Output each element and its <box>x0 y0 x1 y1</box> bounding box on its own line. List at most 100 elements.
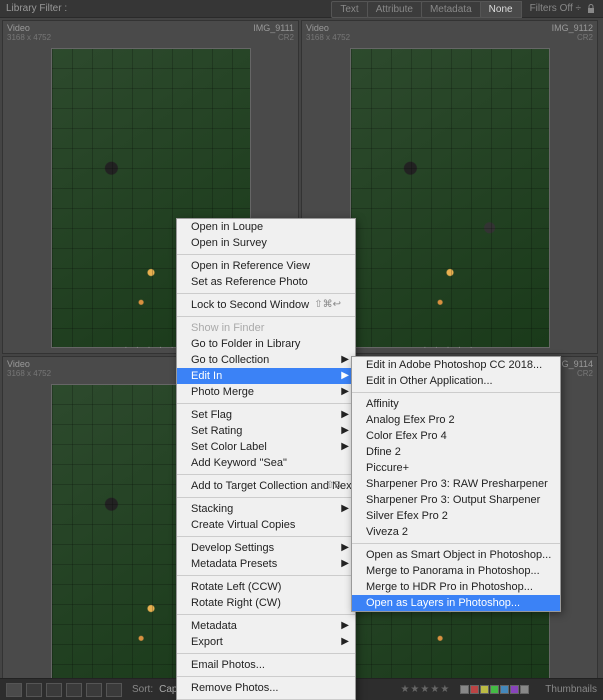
menu-item[interactable]: Open as Layers in Photoshop... <box>352 595 560 611</box>
menu-item[interactable]: Edit in Other Application... <box>352 373 560 389</box>
menu-separator <box>177 676 355 677</box>
cell-tag: Video <box>7 23 51 33</box>
filters-off-dropdown[interactable]: Filters Off ÷ <box>530 3 581 14</box>
submenu-arrow-icon: ▶ <box>341 386 349 397</box>
menu-item[interactable]: Merge to HDR Pro in Photoshop... <box>352 579 560 595</box>
menu-item[interactable]: Dfine 2 <box>352 444 560 460</box>
menu-separator <box>177 575 355 576</box>
menu-item[interactable]: Add to Target Collection and Next⇧B <box>177 478 355 494</box>
cell-format: CR2 <box>253 33 294 42</box>
submenu-arrow-icon: ▶ <box>341 542 349 553</box>
tool-button[interactable] <box>66 683 82 697</box>
menu-item[interactable]: Silver Efex Pro 2 <box>352 508 560 524</box>
color-chip[interactable] <box>470 685 479 694</box>
color-chip[interactable] <box>510 685 519 694</box>
submenu-arrow-icon: ▶ <box>341 354 349 365</box>
cell-header: Video 3168 x 4752 IMG_9111 CR2 <box>3 21 298 44</box>
lock-icon[interactable] <box>585 3 597 15</box>
submenu-arrow-icon: ▶ <box>341 441 349 452</box>
menu-item[interactable]: Color Efex Pro 4 <box>352 428 560 444</box>
submenu-arrow-icon: ▶ <box>341 503 349 514</box>
menu-item[interactable]: Viveza 2 <box>352 524 560 540</box>
menu-item[interactable]: Rotate Right (CW) <box>177 595 355 611</box>
menu-item[interactable]: Edit in Adobe Photoshop CC 2018... <box>352 357 560 373</box>
filter-tab-none[interactable]: None <box>480 1 522 18</box>
cell-tag: Video <box>7 359 51 369</box>
menu-item[interactable]: Photo Merge▶ <box>177 384 355 400</box>
filter-tabs: TextAttributeMetadataNone <box>332 3 521 15</box>
menu-item[interactable]: Email Photos... <box>177 657 355 673</box>
menu-item[interactable]: Open in Survey <box>177 235 355 251</box>
context-menu-main: Open in LoupeOpen in Survey Open in Refer… <box>176 218 356 700</box>
menu-item[interactable]: Set as Reference Photo <box>177 274 355 290</box>
menu-item[interactable]: Develop Settings▶ <box>177 540 355 556</box>
menu-shortcut: ⇧⌘↩ <box>314 299 341 310</box>
filter-tab-text[interactable]: Text <box>331 1 367 18</box>
rating-filter[interactable]: ★★★★★ <box>400 684 450 695</box>
menu-separator <box>177 403 355 404</box>
thumbnail-image[interactable] <box>350 48 550 348</box>
menu-item[interactable]: Merge to Panorama in Photoshop... <box>352 563 560 579</box>
menu-item[interactable]: Piccure+ <box>352 460 560 476</box>
menu-item[interactable]: Go to Folder in Library <box>177 336 355 352</box>
menu-separator <box>352 392 560 393</box>
library-filter-label: Library Filter : <box>6 3 67 14</box>
menu-separator <box>177 293 355 294</box>
submenu-arrow-icon: ▶ <box>341 409 349 420</box>
menu-item[interactable]: Analog Efex Pro 2 <box>352 412 560 428</box>
menu-item[interactable]: Create Virtual Copies <box>177 517 355 533</box>
color-chip[interactable] <box>460 685 469 694</box>
tool-button[interactable] <box>46 683 62 697</box>
color-chip[interactable] <box>520 685 529 694</box>
menu-item[interactable]: Open as Smart Object in Photoshop... <box>352 547 560 563</box>
menu-item[interactable]: Remove Photos... <box>177 680 355 696</box>
menu-separator <box>177 536 355 537</box>
color-chip[interactable] <box>500 685 509 694</box>
library-filter-bar: Library Filter : TextAttributeMetadataNo… <box>0 0 603 18</box>
submenu-arrow-icon: ▶ <box>341 425 349 436</box>
cell-filename: IMG_9112 <box>552 23 593 33</box>
context-menu-editin: Edit in Adobe Photoshop CC 2018...Edit i… <box>351 356 561 612</box>
menu-item[interactable]: Open in Reference View <box>177 258 355 274</box>
tool-button[interactable] <box>106 683 122 697</box>
cell-dimensions: 3168 x 4752 <box>7 369 51 378</box>
menu-separator <box>177 497 355 498</box>
menu-separator <box>352 543 560 544</box>
chevron-down-icon: ÷ <box>576 3 582 14</box>
menu-item[interactable]: Set Color Label▶ <box>177 439 355 455</box>
menu-separator <box>177 254 355 255</box>
menu-item[interactable]: Stacking▶ <box>177 501 355 517</box>
tool-button[interactable] <box>26 683 42 697</box>
filter-tab-attribute[interactable]: Attribute <box>367 1 422 18</box>
menu-item[interactable]: Affinity <box>352 396 560 412</box>
menu-separator <box>177 614 355 615</box>
grid-view-button[interactable] <box>6 683 22 697</box>
menu-item[interactable]: Rotate Left (CCW) <box>177 579 355 595</box>
cell-header: Video 3168 x 4752 IMG_9112 CR2 <box>302 21 597 44</box>
menu-item[interactable]: Metadata Presets▶ <box>177 556 355 572</box>
menu-item[interactable]: Set Rating▶ <box>177 423 355 439</box>
menu-item[interactable]: Go to Collection▶ <box>177 352 355 368</box>
filter-tab-metadata[interactable]: Metadata <box>421 1 481 18</box>
submenu-arrow-icon: ▶ <box>341 620 349 631</box>
thumbnail-grid: Video 3168 x 4752 IMG_9111 CR2 . . . . .… <box>0 18 603 678</box>
menu-separator <box>177 474 355 475</box>
menu-shortcut: ⇧B <box>326 480 341 491</box>
menu-item[interactable]: Export▶ <box>177 634 355 650</box>
color-chip[interactable] <box>490 685 499 694</box>
menu-item[interactable]: Edit In▶ <box>177 368 355 384</box>
menu-item[interactable]: Sharpener Pro 3: Output Sharpener <box>352 492 560 508</box>
menu-item[interactable]: Lock to Second Window⇧⌘↩ <box>177 297 355 313</box>
menu-item[interactable]: Metadata▶ <box>177 618 355 634</box>
menu-item[interactable]: Set Flag▶ <box>177 407 355 423</box>
menu-item[interactable]: Open in Loupe <box>177 219 355 235</box>
submenu-arrow-icon: ▶ <box>341 636 349 647</box>
menu-item[interactable]: Add Keyword "Sea" <box>177 455 355 471</box>
menu-item[interactable]: Sharpener Pro 3: RAW Presharpener <box>352 476 560 492</box>
color-chip[interactable] <box>480 685 489 694</box>
submenu-arrow-icon: ▶ <box>341 558 349 569</box>
cell-dimensions: 3168 x 4752 <box>7 33 51 42</box>
cell-tag: Video <box>306 23 350 33</box>
tool-button[interactable] <box>86 683 102 697</box>
cell-dimensions: 3168 x 4752 <box>306 33 350 42</box>
